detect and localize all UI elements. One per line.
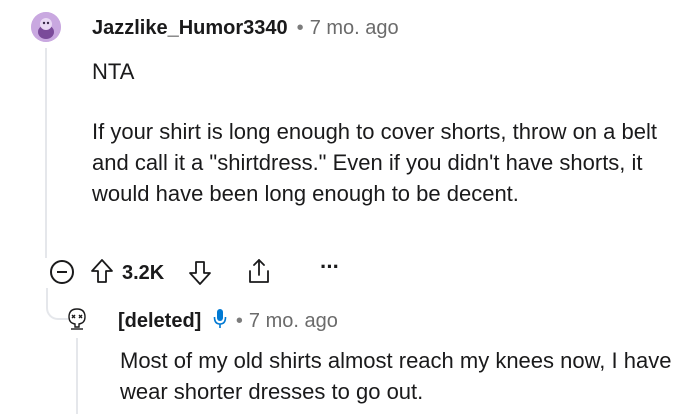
reply-body: Most of my old shirts almost reach my kn…: [120, 348, 672, 404]
more-dots-icon[interactable]: ···: [320, 254, 340, 280]
user-avatar[interactable]: [31, 12, 61, 42]
reply-timestamp[interactable]: 7 mo. ago: [249, 310, 338, 332]
reply-avatar[interactable]: [63, 305, 91, 333]
reply-username: [deleted]: [118, 310, 202, 332]
reply-meta: [deleted] • 7 mo. ago: [118, 307, 338, 338]
comment-username[interactable]: Jazzlike_Humor3340: [92, 17, 288, 39]
upvote-button[interactable]: [90, 258, 114, 289]
microphone-icon: [213, 308, 227, 338]
meta-separator: •: [296, 17, 304, 39]
share-button[interactable]: [246, 257, 272, 290]
snoo-avatar-icon: [31, 12, 61, 42]
upvote-arrow-icon: [91, 259, 113, 283]
comment-action-bar: 3.2K ···: [50, 254, 370, 291]
vote-score: 3.2K: [122, 262, 165, 284]
comment-verdict: NTA: [92, 59, 135, 84]
thread-line-main[interactable]: [45, 48, 47, 258]
downvote-button[interactable]: [188, 260, 212, 291]
thread-line-reply[interactable]: [76, 338, 78, 414]
deleted-user-icon: [68, 308, 86, 330]
comment-timestamp[interactable]: 7 mo. ago: [310, 17, 399, 39]
comment-meta: Jazzlike_Humor3340 • 7 mo. ago: [92, 14, 399, 42]
reply-meta-separator: •: [235, 310, 243, 332]
downvote-arrow-icon: [189, 261, 211, 285]
minus-circle-icon[interactable]: [50, 260, 74, 284]
comment-body: If your shirt is long enough to cover sh…: [92, 119, 657, 206]
share-icon: [249, 259, 269, 283]
